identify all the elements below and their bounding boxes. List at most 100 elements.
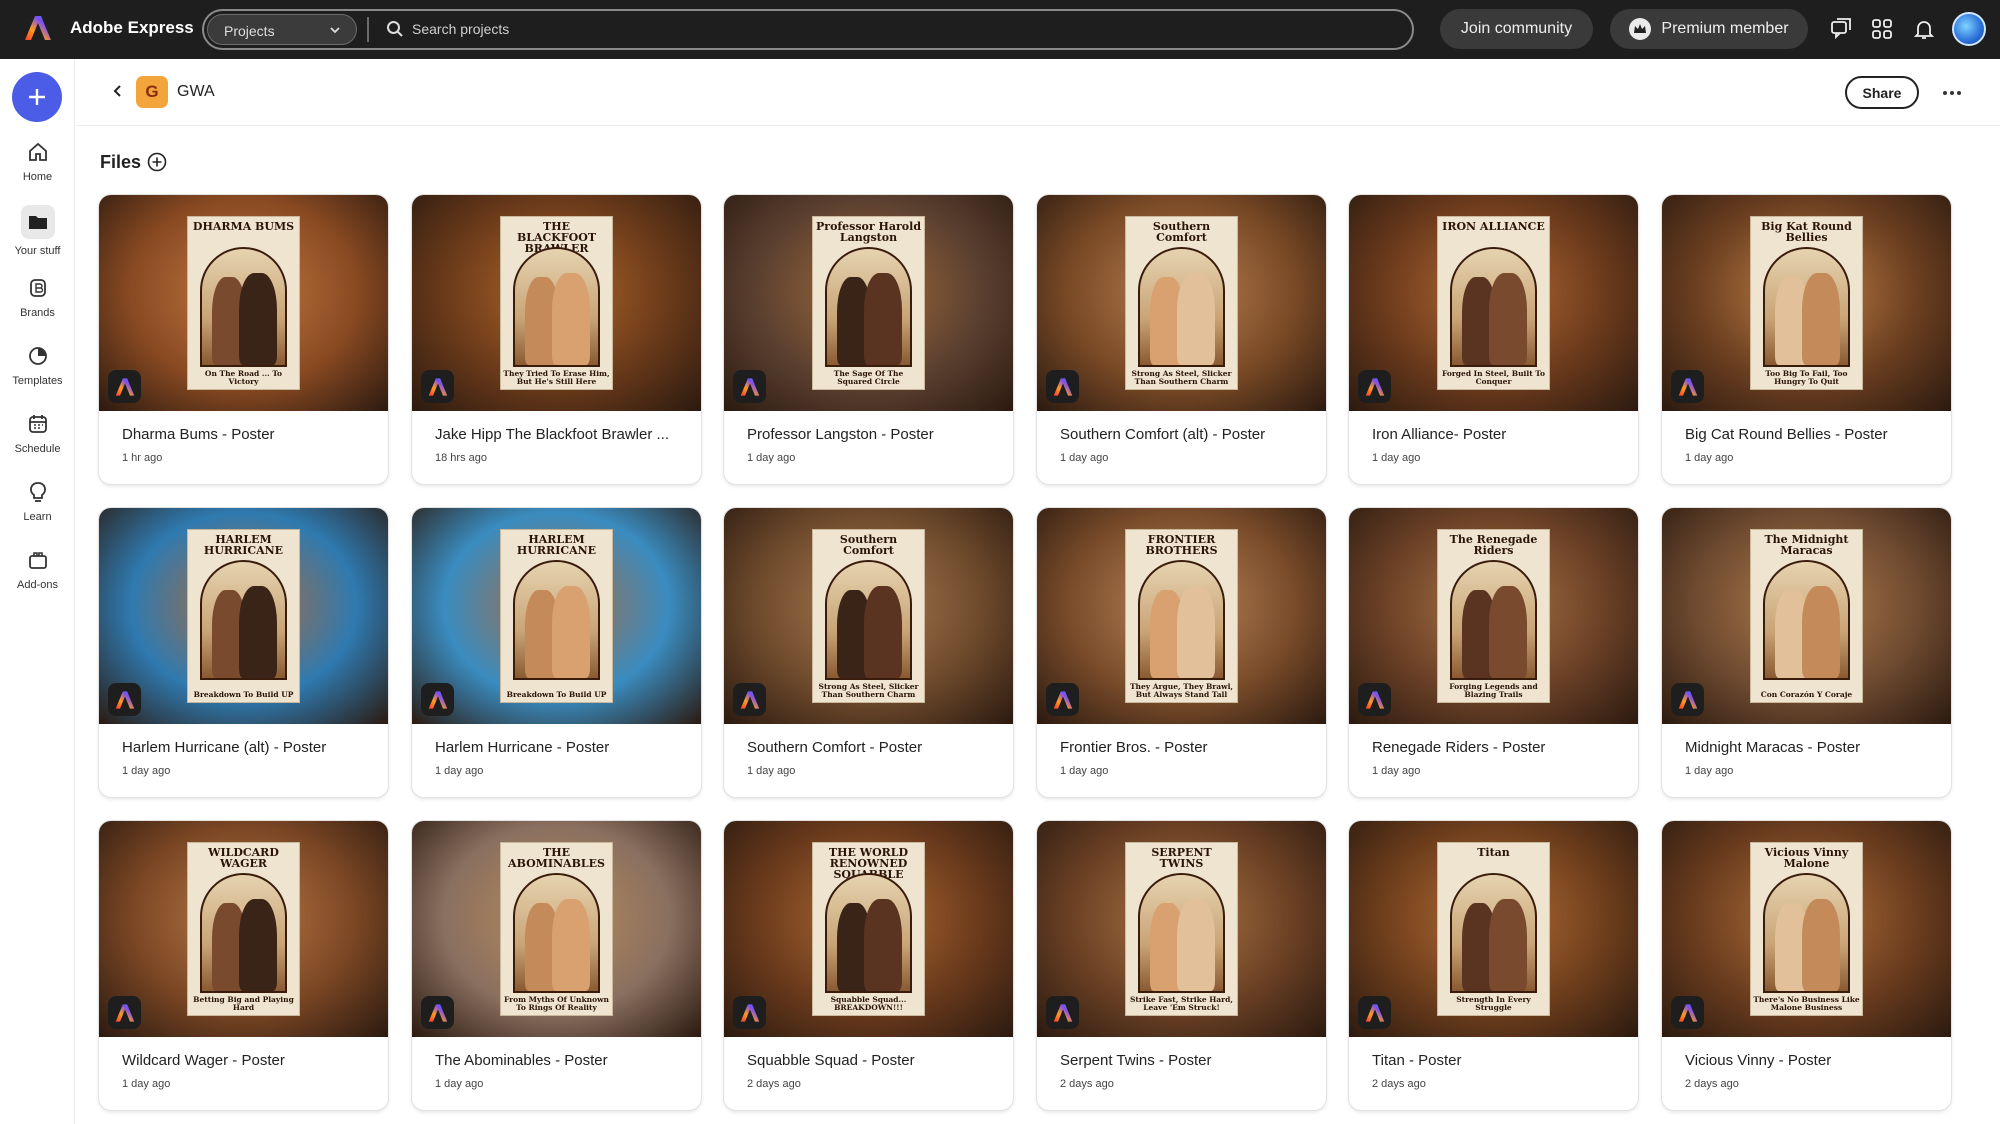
file-card[interactable]: THE BLACKFOOT BRAWLERThey Tried To Erase… xyxy=(412,195,701,484)
join-community-button[interactable]: Join community xyxy=(1440,9,1593,49)
file-title[interactable]: The Abominables - Poster xyxy=(435,1052,685,1069)
file-thumbnail[interactable]: Titan Strength In Every Struggle xyxy=(1349,821,1638,1037)
rail-item-your-stuff[interactable]: Your stuff xyxy=(0,205,75,257)
file-thumbnail[interactable]: FRONTIER BROTHERS They Argue, They Brawl,… xyxy=(1037,508,1326,724)
file-thumbnail[interactable]: THE WORLD RENOWNED SQUABBLE SQUADSquabbl… xyxy=(724,821,1013,1037)
file-title[interactable]: Squabble Squad - Poster xyxy=(747,1052,997,1069)
file-thumbnail[interactable]: Professor Harold Langston The Sage Of The… xyxy=(724,195,1013,411)
file-card[interactable]: SERPENT TWINS Strike Fast, Strike Hard, L… xyxy=(1037,821,1326,1110)
rail-item-label: Learn xyxy=(23,511,52,523)
poster-image: HARLEM HURRICANE Breakdown To Build UP xyxy=(187,529,300,703)
file-thumbnail[interactable]: The Renegade Riders Forging Legends and B… xyxy=(1349,508,1638,724)
file-thumbnail[interactable]: The Midnight Maracas Con Corazón Y Coraje xyxy=(1662,508,1951,724)
file-thumbnail[interactable]: Big Kat Round Bellies Too Big To Fail, To… xyxy=(1662,195,1951,411)
file-thumbnail[interactable]: SERPENT TWINS Strike Fast, Strike Hard, L… xyxy=(1037,821,1326,1037)
add-file-icon[interactable] xyxy=(147,152,167,172)
adobe-express-badge-icon xyxy=(1046,996,1079,1029)
file-title[interactable]: Big Cat Round Bellies - Poster xyxy=(1685,426,1935,443)
wrestler-figure xyxy=(1489,273,1527,365)
poster-tagline: There's No Business Like Malone Business xyxy=(1753,995,1860,1012)
file-thumbnail[interactable]: THE ABOMINABLES From Myths Of Unknown To … xyxy=(412,821,701,1037)
rail-item-templates[interactable]: Templates xyxy=(0,345,75,387)
file-card[interactable]: Professor Harold Langston The Sage Of The… xyxy=(724,195,1013,484)
poster-title: Titan xyxy=(1477,846,1510,859)
rail-item-home[interactable]: Home xyxy=(0,141,75,183)
rail-item-label: Home xyxy=(22,171,53,183)
wrestler-figure xyxy=(864,899,902,991)
search-icon xyxy=(387,21,403,37)
file-timestamp: 1 day ago xyxy=(1060,452,1109,464)
file-title[interactable]: Harlem Hurricane (alt) - Poster xyxy=(122,739,372,756)
file-timestamp: 1 day ago xyxy=(1685,765,1734,777)
file-card[interactable]: Southern Comfort Strong As Steel, Slicker… xyxy=(1037,195,1326,484)
file-card[interactable]: HARLEM HURRICANE Breakdown To Build UP Har… xyxy=(99,508,388,797)
file-thumbnail[interactable]: THE BLACKFOOT BRAWLERThey Tried To Erase… xyxy=(412,195,701,411)
file-thumbnail[interactable]: HARLEM HURRICANE Breakdown To Build UP xyxy=(412,508,701,724)
apps-grid-icon[interactable] xyxy=(1870,17,1894,41)
file-thumbnail[interactable]: HARLEM HURRICANE Breakdown To Build UP xyxy=(99,508,388,724)
file-title[interactable]: Iron Alliance- Poster xyxy=(1372,426,1622,443)
poster-tagline: On The Road ... To Victory xyxy=(204,369,283,386)
poster-image: The Renegade Riders Forging Legends and B… xyxy=(1437,529,1550,703)
poster-artwork xyxy=(1763,560,1850,680)
file-title[interactable]: Southern Comfort (alt) - Poster xyxy=(1060,426,1310,443)
file-timestamp: 2 days ago xyxy=(1060,1078,1114,1090)
project-header: G GWA Share xyxy=(76,59,2000,126)
file-card[interactable]: WILDCARD WAGER Betting Big and Playing Ha… xyxy=(99,821,388,1110)
search-bar[interactable]: Projects Search projects xyxy=(202,9,1414,50)
file-card[interactable]: Big Kat Round Bellies Too Big To Fail, To… xyxy=(1662,195,1951,484)
file-card[interactable]: The Renegade Riders Forging Legends and B… xyxy=(1349,508,1638,797)
file-card[interactable]: HARLEM HURRICANE Breakdown To Build UP Har… xyxy=(412,508,701,797)
adobe-express-badge-icon xyxy=(733,683,766,716)
file-title[interactable]: Dharma Bums - Poster xyxy=(122,426,372,443)
rail-item-addons[interactable]: Add-ons xyxy=(0,549,75,591)
projects-dropdown[interactable]: Projects xyxy=(207,14,357,45)
file-timestamp: 1 day ago xyxy=(435,765,484,777)
file-card[interactable]: IRON ALLIANCE Forged In Steel, Built To C… xyxy=(1349,195,1638,484)
poster-artwork xyxy=(200,247,287,367)
page-title: GWA xyxy=(177,83,215,100)
premium-member-label: Premium member xyxy=(1661,20,1789,37)
file-thumbnail[interactable]: IRON ALLIANCE Forged In Steel, Built To C… xyxy=(1349,195,1638,411)
back-arrow-icon[interactable] xyxy=(110,83,126,99)
file-card[interactable]: Southern Comfort Strong As Steel, Slicker… xyxy=(724,508,1013,797)
rail-item-learn[interactable]: Learn xyxy=(0,481,75,523)
file-title[interactable]: Renegade Riders - Poster xyxy=(1372,739,1622,756)
create-new-button[interactable] xyxy=(12,72,62,122)
rail-item-schedule[interactable]: Schedule xyxy=(0,413,75,455)
file-thumbnail[interactable]: Southern Comfort Strong As Steel, Slicker… xyxy=(1037,195,1326,411)
file-title[interactable]: Serpent Twins - Poster xyxy=(1060,1052,1310,1069)
chat-icon[interactable] xyxy=(1829,17,1853,41)
file-card[interactable]: Vicious Vinny Malone There's No Business … xyxy=(1662,821,1951,1110)
more-options-icon[interactable] xyxy=(1942,85,1962,101)
bell-icon[interactable] xyxy=(1912,17,1936,41)
adobe-express-logo[interactable] xyxy=(24,14,52,42)
file-title[interactable]: Wildcard Wager - Poster xyxy=(122,1052,372,1069)
rail-item-brands[interactable]: Brands xyxy=(0,277,75,319)
file-title[interactable]: Frontier Bros. - Poster xyxy=(1060,739,1310,756)
file-title[interactable]: Vicious Vinny - Poster xyxy=(1685,1052,1935,1069)
file-card[interactable]: The Midnight Maracas Con Corazón Y Coraje… xyxy=(1662,508,1951,797)
avatar[interactable] xyxy=(1952,12,1986,46)
file-thumbnail[interactable]: WILDCARD WAGER Betting Big and Playing Ha… xyxy=(99,821,388,1037)
file-card[interactable]: FRONTIER BROTHERS They Argue, They Brawl,… xyxy=(1037,508,1326,797)
file-thumbnail[interactable]: Vicious Vinny Malone There's No Business … xyxy=(1662,821,1951,1037)
file-card[interactable]: THE ABOMINABLES From Myths Of Unknown To … xyxy=(412,821,701,1110)
file-title[interactable]: Professor Langston - Poster xyxy=(747,426,997,443)
file-card[interactable]: DHARMA BUMS On The Road ... To Victory Dha… xyxy=(99,195,388,484)
search-input[interactable]: Search projects xyxy=(412,21,509,37)
file-title[interactable]: Southern Comfort - Poster xyxy=(747,739,997,756)
file-title[interactable]: Titan - Poster xyxy=(1372,1052,1622,1069)
file-thumbnail[interactable]: DHARMA BUMS On The Road ... To Victory xyxy=(99,195,388,411)
share-button[interactable]: Share xyxy=(1845,76,1919,109)
file-thumbnail[interactable]: Southern Comfort Strong As Steel, Slicker… xyxy=(724,508,1013,724)
file-title[interactable]: Midnight Maracas - Poster xyxy=(1685,739,1935,756)
poster-artwork xyxy=(825,873,912,993)
file-title[interactable]: Jake Hipp The Blackfoot Brawler ... xyxy=(435,426,685,443)
plus-icon xyxy=(29,89,45,105)
poster-artwork xyxy=(1763,247,1850,367)
premium-member-button[interactable]: Premium member xyxy=(1610,9,1808,49)
file-card[interactable]: Titan Strength In Every Struggle Titan - P… xyxy=(1349,821,1638,1110)
file-card[interactable]: THE WORLD RENOWNED SQUABBLE SQUADSquabbl… xyxy=(724,821,1013,1110)
file-title[interactable]: Harlem Hurricane - Poster xyxy=(435,739,685,756)
